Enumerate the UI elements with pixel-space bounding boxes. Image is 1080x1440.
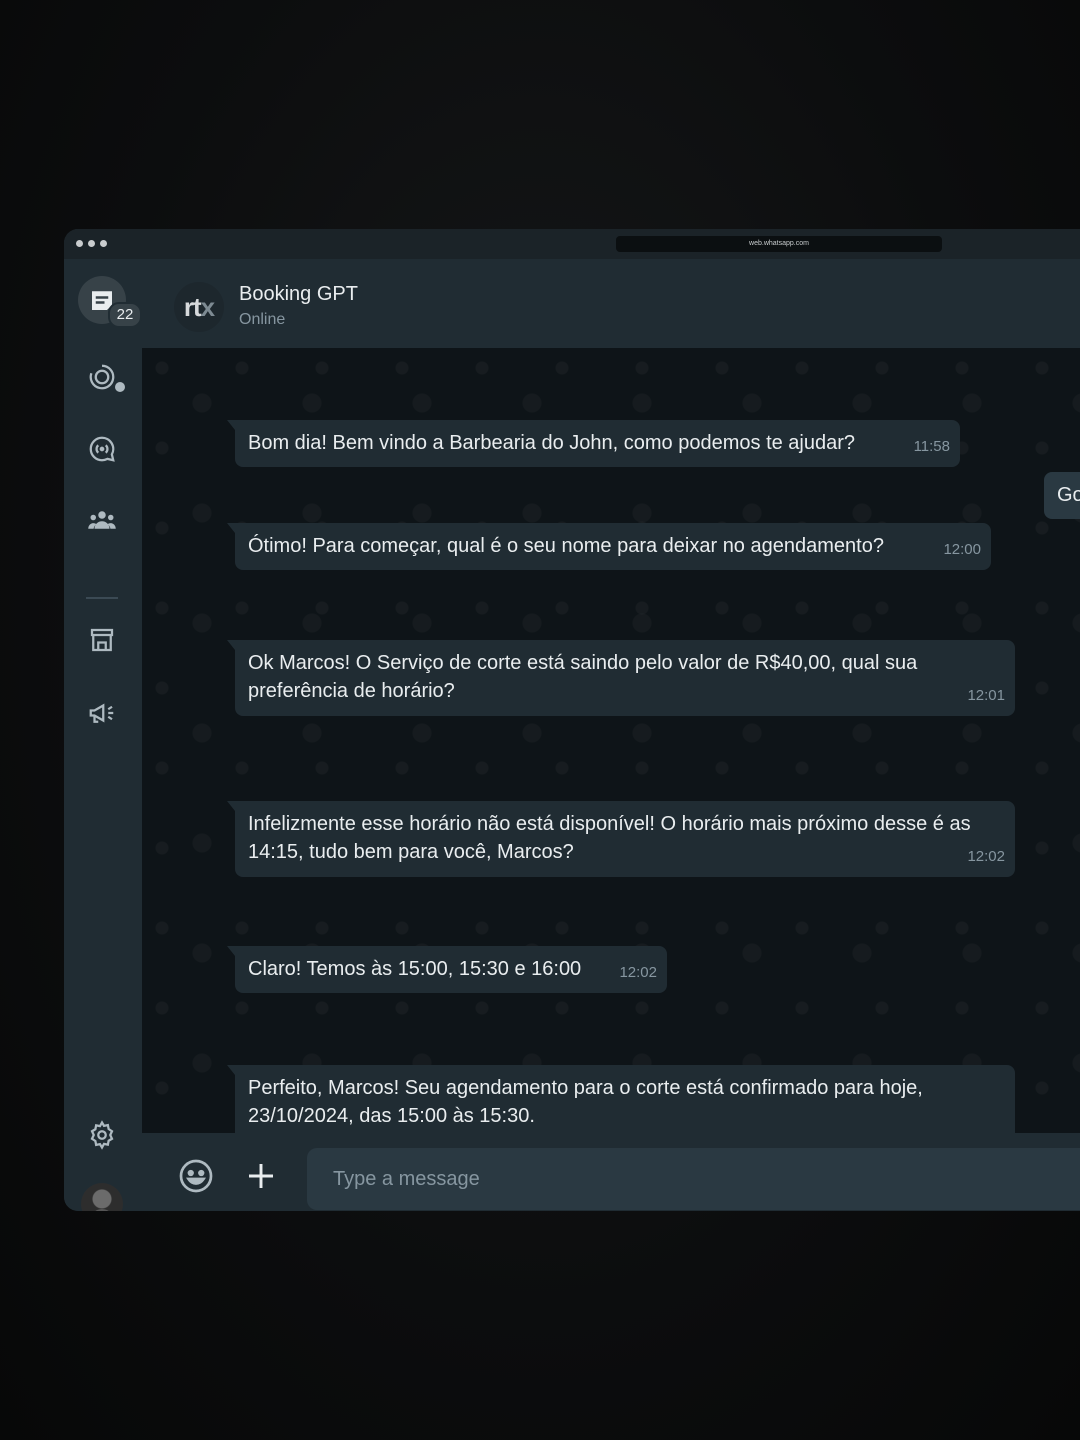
message-text: Bom dia! Bem vindo a Barbearia do John, … [248,432,856,454]
emoji-button[interactable] [176,1156,216,1196]
contact-name: Booking GPT [239,283,358,305]
message-text: Go [1057,484,1080,506]
profile-avatar[interactable] [81,1183,123,1211]
message-text: Claro! Temos às 15:00, 15:30 e 16:00 [248,958,582,980]
message-time: 12:02 [967,848,1005,865]
communities-button[interactable] [78,496,126,544]
status-icon [89,364,115,390]
window-controls[interactable] [76,240,107,247]
attach-button[interactable] [241,1156,281,1196]
unread-count-badge: 22 [108,302,142,328]
status-button[interactable] [78,353,126,401]
status-indicator-dot [115,382,125,392]
navigation-rail: 22 [64,259,142,1211]
business-tools-icon [90,628,114,652]
message-bubble: Infelizmente esse horário não está dispo… [227,801,1015,877]
message-text: Ótimo! Para começar, qual é o seu nome p… [248,535,884,557]
address-bar[interactable]: web.whatsapp.com [616,236,942,252]
marketing-button[interactable] [78,689,126,737]
message-bubble: Perfeito, Marcos! Seu agendamento para o… [227,1065,1015,1133]
settings-button[interactable] [78,1111,126,1159]
message-list[interactable]: Bom dia! Bem vindo a Barbearia do John, … [142,348,1080,1133]
chat-header[interactable]: rtx Booking GPT Online [142,259,1080,348]
message-input[interactable] [307,1148,1080,1210]
plus-icon [249,1164,273,1188]
channels-icon [89,436,115,462]
communities-icon [88,511,116,529]
message-text: Ok Marcos! O Serviço de corte está saind… [248,652,918,702]
message-bubble: Bom dia! Bem vindo a Barbearia do John, … [227,420,960,467]
settings-icon [90,1120,114,1150]
marketing-icon [89,703,114,723]
message-time: 12:01 [967,687,1005,704]
message-text: Infelizmente esse horário não está dispo… [248,813,971,863]
message-composer [142,1133,1080,1211]
rail-divider [86,597,118,599]
browser-titlebar: web.whatsapp.com [64,229,1080,259]
message-text: Perfeito, Marcos! Seu agendamento para o… [248,1077,923,1127]
contact-logo: rtx [174,282,224,332]
emoji-icon [179,1159,213,1193]
app-window: web.whatsapp.com 22 rtx Booking GPT Onli… [64,229,1080,1211]
channels-button[interactable] [78,425,126,473]
message-time: 11:58 [913,438,950,455]
message-bubble: Ok Marcos! O Serviço de corte está saind… [227,640,1015,716]
message-time: 12:02 [619,964,657,981]
message-time: 12:00 [943,541,981,558]
message-bubble-outgoing: Go [1044,472,1080,519]
message-bubble: Claro! Temos às 15:00, 15:30 e 16:00 12:… [227,946,667,993]
business-tools-button[interactable] [78,616,126,664]
contact-status: Online [239,311,286,328]
message-bubble: Ótimo! Para começar, qual é o seu nome p… [227,523,991,570]
